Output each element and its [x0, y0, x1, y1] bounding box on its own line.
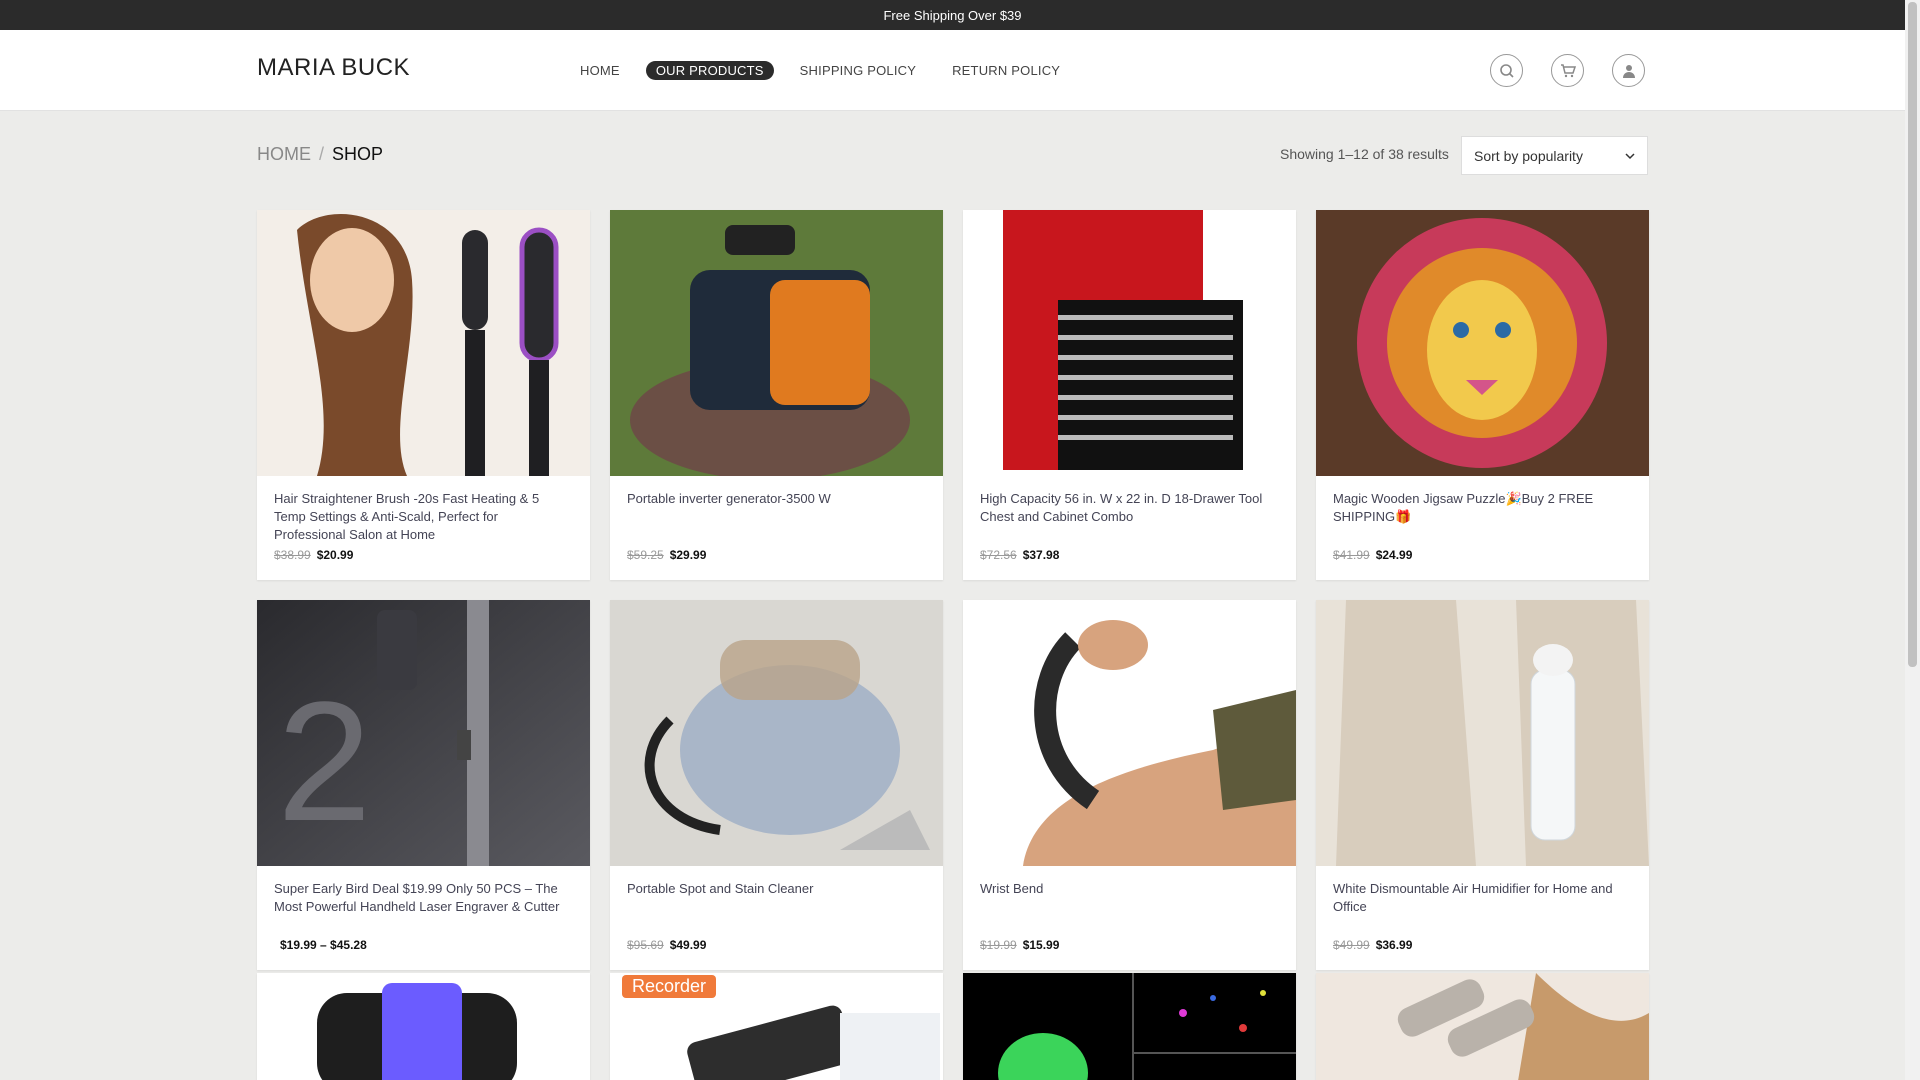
- user-icon: [1622, 64, 1635, 78]
- product-title[interactable]: Magic Wooden Jigsaw Puzzle🎉Buy 2 FREE SH…: [1333, 490, 1632, 544]
- site-logo[interactable]: MARIA BUCK: [257, 54, 410, 82]
- product-image[interactable]: [963, 210, 1296, 476]
- results-count: Showing 1–12 of 38 results: [1280, 146, 1449, 162]
- product-price: $49.99 $36.99: [1333, 938, 1632, 952]
- product-image[interactable]: [963, 973, 1296, 1080]
- cart-button[interactable]: [1551, 54, 1584, 87]
- product-card[interactable]: Portable Spot and Stain Cleaner $95.69 $4…: [610, 600, 943, 970]
- chevron-down-icon: [1625, 152, 1635, 159]
- product-title[interactable]: Portable Spot and Stain Cleaner: [627, 880, 926, 934]
- sale-price: $36.99: [1375, 938, 1413, 952]
- product-title[interactable]: Hair Straightener Brush -20s Fast Heatin…: [274, 490, 573, 544]
- product-price: $19.99 $15.99: [980, 938, 1279, 952]
- announcement-text: Free Shipping Over $39: [883, 7, 1022, 23]
- scrollbar-thumb[interactable]: [1908, 2, 1917, 667]
- product-card[interactable]: [1316, 973, 1649, 1080]
- sale-price: $24.99: [1375, 548, 1413, 562]
- product-card[interactable]: [257, 973, 590, 1080]
- sale-price: $20.99: [316, 548, 354, 562]
- product-card[interactable]: Portable inverter generator-3500 W $59.2…: [610, 210, 943, 580]
- sale-price: $15.99: [1022, 938, 1060, 952]
- product-price: $72.56 $37.98: [980, 548, 1279, 562]
- product-card[interactable]: White Dismountable Air Humidifier for Ho…: [1316, 600, 1649, 970]
- header-icons: [1490, 54, 1645, 87]
- product-image[interactable]: Recorder: [610, 973, 943, 1080]
- search-button[interactable]: [1490, 54, 1523, 87]
- nav-shipping-policy[interactable]: SHIPPING POLICY: [790, 61, 926, 80]
- cart-icon: [1560, 63, 1576, 77]
- breadcrumb-home[interactable]: HOME: [257, 144, 311, 164]
- product-title[interactable]: White Dismountable Air Humidifier for Ho…: [1333, 880, 1632, 934]
- breadcrumb: HOME / SHOP: [257, 144, 383, 165]
- product-grid: Hair Straightener Brush -20s Fast Heatin…: [257, 210, 1649, 970]
- sale-price: $37.98: [1022, 548, 1060, 562]
- product-image[interactable]: [257, 973, 590, 1080]
- old-price: $41.99: [1333, 548, 1370, 562]
- product-price: $59.25 $29.99: [627, 548, 926, 562]
- product-card[interactable]: 2 Super Early Bird Deal $19.99 Only 50 P…: [257, 600, 590, 970]
- sort-select[interactable]: Sort by popularity: [1461, 136, 1648, 175]
- product-title[interactable]: Wrist Bend: [980, 880, 1279, 934]
- product-image[interactable]: [257, 210, 590, 476]
- product-title[interactable]: Portable inverter generator-3500 W: [627, 490, 926, 544]
- nav-our-products[interactable]: OUR PRODUCTS: [645, 61, 774, 80]
- product-card[interactable]: [963, 973, 1296, 1080]
- product-grid-row3: Recorder: [257, 973, 1649, 1080]
- old-price: $19.99: [980, 938, 1017, 952]
- old-price: $72.56: [980, 548, 1017, 562]
- product-card[interactable]: Magic Wooden Jigsaw Puzzle🎉Buy 2 FREE SH…: [1316, 210, 1649, 580]
- recorder-badge: Recorder: [622, 975, 717, 998]
- sale-price: $49.99: [669, 938, 707, 952]
- product-title[interactable]: High Capacity 56 in. W x 22 in. D 18-Dra…: [980, 490, 1279, 544]
- page-scrollbar[interactable]: [1905, 0, 1920, 1080]
- product-price: $95.69 $49.99: [627, 938, 926, 952]
- product-price: $19.99 – $45.28: [274, 938, 573, 952]
- sale-price: $29.99: [669, 548, 707, 562]
- nav-return-policy[interactable]: RETURN POLICY: [942, 61, 1070, 80]
- search-icon: [1499, 63, 1514, 78]
- old-price: $59.25: [627, 548, 664, 562]
- product-card[interactable]: Hair Straightener Brush -20s Fast Heatin…: [257, 210, 590, 580]
- old-price: $38.99: [274, 548, 311, 562]
- account-button[interactable]: [1612, 54, 1645, 87]
- product-card[interactable]: High Capacity 56 in. W x 22 in. D 18-Dra…: [963, 210, 1296, 580]
- main-nav: HOME OUR PRODUCTS SHIPPING POLICY RETURN…: [570, 61, 1086, 80]
- product-image[interactable]: 2: [257, 600, 590, 866]
- site-header: MARIA BUCK HOME OUR PRODUCTS SHIPPING PO…: [0, 30, 1905, 111]
- product-price: $38.99 $20.99: [274, 548, 573, 562]
- product-image[interactable]: [1316, 600, 1649, 866]
- product-title[interactable]: Super Early Bird Deal $19.99 Only 50 PCS…: [274, 880, 573, 934]
- product-price: $41.99 $24.99: [1333, 548, 1632, 562]
- sort-selected: Sort by popularity: [1474, 147, 1583, 164]
- nav-home[interactable]: HOME: [570, 61, 630, 80]
- announcement-bar: Free Shipping Over $39: [0, 0, 1905, 30]
- product-image[interactable]: [610, 210, 943, 476]
- breadcrumb-separator: /: [319, 144, 325, 164]
- product-card[interactable]: Recorder: [610, 973, 943, 1080]
- sale-price: $19.99 – $45.28: [280, 938, 367, 952]
- svg-text:2: 2: [277, 667, 372, 857]
- product-card[interactable]: Wrist Bend $19.99 $15.99: [963, 600, 1296, 970]
- old-price: $95.69: [627, 938, 664, 952]
- product-image[interactable]: [963, 600, 1296, 866]
- product-image[interactable]: [610, 600, 943, 866]
- product-image[interactable]: [1316, 210, 1649, 476]
- product-image[interactable]: [1316, 973, 1649, 1080]
- old-price: $49.99: [1333, 938, 1370, 952]
- breadcrumb-current: SHOP: [332, 144, 384, 164]
